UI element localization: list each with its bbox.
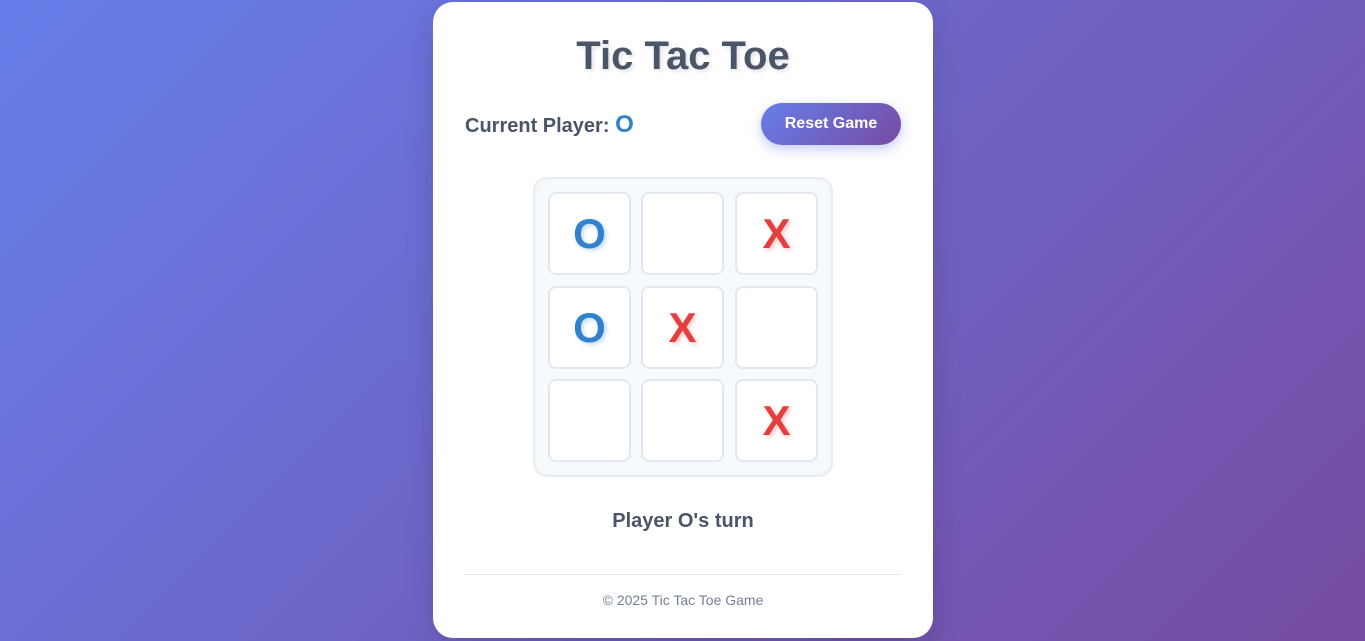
board-cell-1[interactable] xyxy=(641,192,724,275)
current-player-mark: O xyxy=(615,111,634,138)
game-card: Tic Tac Toe Current Player: O Reset Game… xyxy=(433,2,933,638)
board-cell-0[interactable]: O xyxy=(548,192,631,275)
board-cell-8[interactable]: X xyxy=(735,379,818,462)
current-player-label: Current Player: xyxy=(465,115,610,137)
board-cell-7[interactable] xyxy=(641,379,724,462)
current-player-indicator: Current Player: O xyxy=(465,111,634,140)
reset-game-button[interactable]: Reset Game xyxy=(761,103,901,145)
player-row: Current Player: O Reset Game xyxy=(465,103,901,147)
game-title: Tic Tac Toe xyxy=(576,34,790,78)
board-cell-6[interactable] xyxy=(548,379,631,462)
board-cell-2[interactable]: X xyxy=(735,192,818,275)
footer-copyright: © 2025 Tic Tac Toe Game xyxy=(602,592,764,608)
board-cell-5[interactable] xyxy=(735,286,818,369)
game-board: O X O X X xyxy=(533,177,833,477)
game-status: Player O's turn xyxy=(612,510,754,532)
board-cell-3[interactable]: O xyxy=(548,286,631,369)
footer-divider xyxy=(465,574,901,575)
board-cell-4[interactable]: X xyxy=(641,286,724,369)
